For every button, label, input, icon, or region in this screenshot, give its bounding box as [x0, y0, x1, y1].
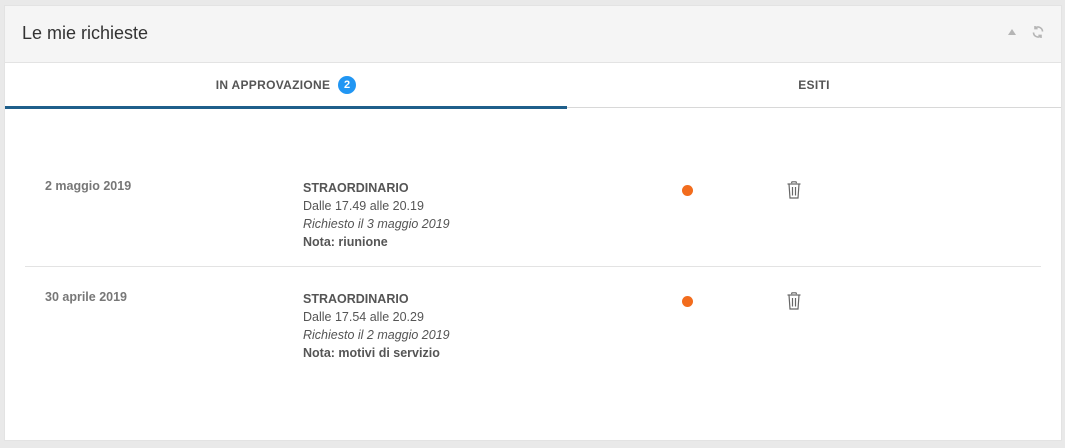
request-details: STRAORDINARIO Dalle 17.54 alle 20.29 Ric…: [303, 290, 450, 362]
request-time-range: Dalle 17.54 alle 20.29: [303, 310, 424, 324]
list-item: 2 maggio 2019 STRAORDINARIO Dalle 17.49 …: [5, 134, 1061, 266]
tab-esiti-label: ESITI: [798, 78, 830, 92]
list-item: 30 aprile 2019 STRAORDINARIO Dalle 17.54…: [25, 266, 1041, 399]
request-type: STRAORDINARIO: [303, 181, 409, 195]
request-submitted: Richiesto il 2 maggio 2019: [303, 328, 450, 342]
request-note: Nota: riunione: [303, 235, 388, 249]
requests-widget: Le mie richieste IN APPROVAZIONE 2 ESITI: [4, 5, 1062, 441]
tab-esiti[interactable]: ESITI: [567, 63, 1061, 107]
status-dot-icon: [682, 185, 693, 196]
trash-icon[interactable]: [786, 181, 802, 199]
header-tools: [1005, 25, 1045, 39]
request-note: Nota: motivi di servizio: [303, 346, 440, 360]
trash-icon[interactable]: [786, 292, 802, 310]
request-details: STRAORDINARIO Dalle 17.49 alle 20.19 Ric…: [303, 179, 450, 251]
tab-in-approvazione-label: IN APPROVAZIONE: [215, 77, 331, 92]
request-date: 30 aprile 2019: [45, 290, 128, 304]
tab-in-approvazione[interactable]: IN APPROVAZIONE 2: [5, 63, 567, 109]
request-date: 2 maggio 2019: [45, 179, 132, 193]
request-submitted: Richiesto il 3 maggio 2019: [303, 217, 450, 231]
pending-count-badge: 2: [338, 75, 357, 94]
collapse-icon[interactable]: [1005, 25, 1019, 39]
status-dot-icon: [682, 296, 693, 307]
tab-bar: IN APPROVAZIONE 2 ESITI: [5, 63, 1061, 109]
request-type: STRAORDINARIO: [303, 292, 409, 306]
widget-header: Le mie richieste: [5, 6, 1061, 63]
widget-title: Le mie richieste: [22, 23, 149, 43]
requests-list: 2 maggio 2019 STRAORDINARIO Dalle 17.49 …: [5, 134, 1061, 399]
request-time-range: Dalle 17.49 alle 20.19: [303, 199, 424, 213]
refresh-icon[interactable]: [1031, 25, 1045, 39]
